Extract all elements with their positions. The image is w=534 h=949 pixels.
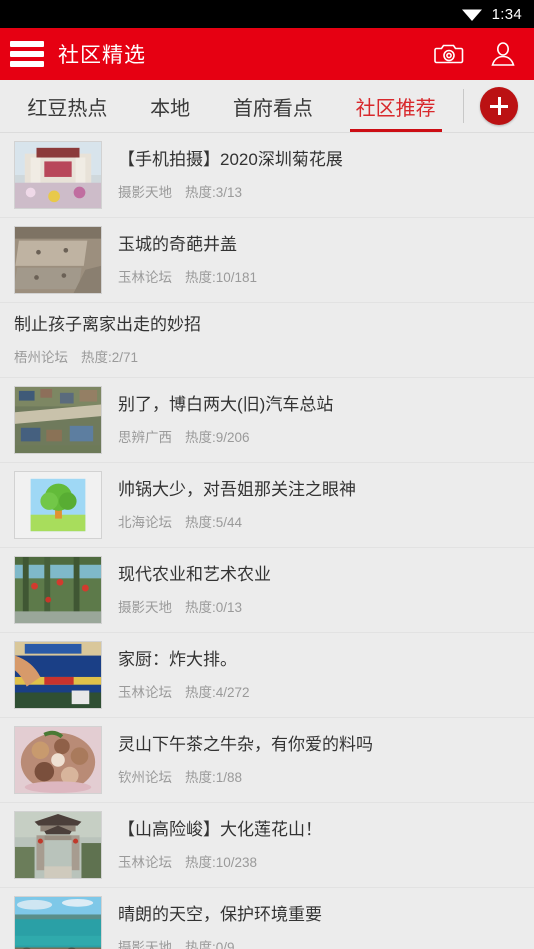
add-post-container: [464, 80, 534, 132]
photo-beef-offal-bowl: [14, 726, 102, 794]
list-item-text: 【手机拍摄】2020深圳菊花展 摄影天地 热度:3/13: [118, 149, 524, 201]
list-item-title: 【山高险峻】大化莲花山！: [118, 820, 322, 840]
list-item[interactable]: 帅锅大少，对吾姐那关注之眼神 北海论坛 热度:5/44: [0, 463, 534, 548]
list-item-title: 玉城的奇葩井盖: [118, 235, 237, 255]
list-item-text: 现代农业和艺术农业 摄影天地 热度:0/13: [118, 564, 524, 616]
post-list: 【手机拍摄】2020深圳菊花展 摄影天地 热度:3/13 玉城的奇葩井盖 玉林论…: [0, 133, 534, 949]
list-item-heat: 热度:9/206: [185, 429, 250, 445]
plus-icon: [490, 97, 508, 115]
list-item-title: 别了，博白两大(旧)汽车总站: [118, 395, 334, 415]
camera-icon[interactable]: [434, 42, 464, 66]
list-item[interactable]: 制止孩子离家出走的妙招 梧州论坛 热度:2/71: [0, 303, 534, 378]
list-item-meta: 玉林论坛 热度:10/238: [118, 851, 524, 871]
photo-food-package: [14, 641, 102, 709]
list-item-heat: 热度:2/71: [81, 349, 139, 365]
list-item[interactable]: 灵山下午茶之牛杂，有你爱的料吗 钦州论坛 热度:1/88: [0, 718, 534, 803]
list-item-forum: 摄影天地: [118, 599, 172, 615]
list-item-heat: 热度:0/9: [185, 939, 235, 949]
tab-local[interactable]: 本地: [144, 80, 196, 132]
list-item-heat: 热度:3/13: [185, 184, 243, 200]
list-item-title: 灵山下午茶之牛杂，有你爱的料吗: [118, 735, 373, 755]
list-item[interactable]: 别了，博白两大(旧)汽车总站 思辨广西 热度:9/206: [0, 378, 534, 463]
list-item-meta: 北海论坛 热度:5/44: [118, 511, 524, 531]
list-item-meta: 玉林论坛 热度:4/272: [118, 681, 524, 701]
list-item-forum: 玉林论坛: [118, 684, 172, 700]
list-item-forum: 北海论坛: [118, 514, 172, 530]
photo-greenhouse: [14, 556, 102, 624]
list-item-meta: 摄影天地 热度:0/13: [118, 596, 524, 616]
list-item[interactable]: 玉城的奇葩井盖 玉林论坛 热度:10/181: [0, 218, 534, 303]
list-item-text: 晴朗的天空，保护环境重要 摄影天地 热度:0/9: [118, 904, 524, 949]
photo-manhole-covers: [14, 226, 102, 294]
list-item-meta: 摄影天地 热度:3/13: [118, 181, 524, 201]
list-item-title: 制止孩子离家出走的妙招: [14, 315, 201, 335]
tab-capital-views[interactable]: 首府看点: [227, 80, 319, 132]
list-item-forum: 梧州论坛: [14, 349, 68, 365]
list-item-meta: 思辨广西 热度:9/206: [118, 426, 524, 446]
add-post-button[interactable]: [480, 87, 518, 125]
app-bar-actions: [434, 41, 534, 67]
list-item-title: 晴朗的天空，保护环境重要: [118, 905, 322, 925]
image-placeholder-tree: [14, 471, 102, 539]
tab-bar: 红豆热点 本地 首府看点 社区推荐: [0, 80, 534, 133]
list-item[interactable]: 现代农业和艺术农业 摄影天地 热度:0/13: [0, 548, 534, 633]
hamburger-menu-icon[interactable]: [10, 41, 44, 67]
tab-hongdou-hotspot[interactable]: 红豆热点: [21, 80, 113, 132]
list-item[interactable]: 【手机拍摄】2020深圳菊花展 摄影天地 热度:3/13: [0, 133, 534, 218]
app-bar: 社区精选: [0, 28, 534, 80]
tab-community-recommend[interactable]: 社区推荐: [349, 80, 442, 132]
list-item-meta: 梧州论坛 热度:2/71: [14, 346, 524, 366]
list-item-heat: 热度:5/44: [185, 514, 243, 530]
list-item-meta: 摄影天地 热度:0/9: [118, 936, 524, 949]
list-item-forum: 钦州论坛: [118, 769, 172, 785]
list-item-forum: 摄影天地: [118, 939, 172, 949]
list-item-title: 【手机拍摄】2020深圳菊花展: [118, 150, 343, 170]
list-item-forum: 摄影天地: [118, 184, 172, 200]
list-item-forum: 玉林论坛: [118, 854, 172, 870]
list-item[interactable]: 【山高险峻】大化莲花山！ 玉林论坛 热度:10/238: [0, 803, 534, 888]
list-item-text: 家厨：炸大排。 玉林论坛 热度:4/272: [118, 649, 524, 701]
list-item-text: 制止孩子离家出走的妙招 梧州论坛 热度:2/71: [14, 314, 524, 366]
status-time: 1:34: [491, 5, 522, 23]
list-item-meta: 钦州论坛 热度:1/88: [118, 766, 524, 786]
list-item-text: 【山高险峻】大化莲花山！ 玉林论坛 热度:10/238: [118, 819, 524, 871]
list-item-text: 玉城的奇葩井盖 玉林论坛 热度:10/181: [118, 234, 524, 286]
status-bar: 1:34: [0, 0, 534, 28]
list-item-heat: 热度:1/88: [185, 769, 243, 785]
list-item-heat: 热度:10/238: [185, 854, 258, 870]
user-profile-icon[interactable]: [490, 41, 516, 67]
page-title: 社区精选: [58, 44, 146, 67]
list-item-text: 帅锅大少，对吾姐那关注之眼神 北海论坛 热度:5/44: [118, 479, 524, 531]
list-item-forum: 玉林论坛: [118, 269, 172, 285]
list-item-title: 现代农业和艺术农业: [118, 565, 271, 585]
list-item-heat: 热度:4/272: [185, 684, 250, 700]
list-item-text: 别了，博白两大(旧)汽车总站 思辨广西 热度:9/206: [118, 394, 524, 446]
list-item-meta: 玉林论坛 热度:10/181: [118, 266, 524, 286]
photo-seaside-sky: [14, 896, 102, 949]
list-item[interactable]: 家厨：炸大排。 玉林论坛 热度:4/272: [0, 633, 534, 718]
photo-aerial-town: [14, 386, 102, 454]
list-item-heat: 热度:0/13: [185, 599, 243, 615]
list-item-forum: 思辨广西: [118, 429, 172, 445]
photo-stone-archway: [14, 811, 102, 879]
list-item-title: 家厨：炸大排。: [118, 650, 237, 670]
tab-list: 红豆热点 本地 首府看点 社区推荐: [0, 80, 463, 132]
wifi-icon: [461, 7, 482, 22]
photo-gate-flowers: [14, 141, 102, 209]
list-item-title: 帅锅大少，对吾姐那关注之眼神: [118, 480, 356, 500]
list-item[interactable]: 晴朗的天空，保护环境重要 摄影天地 热度:0/9: [0, 888, 534, 949]
list-item-heat: 热度:10/181: [185, 269, 258, 285]
list-item-text: 灵山下午茶之牛杂，有你爱的料吗 钦州论坛 热度:1/88: [118, 734, 524, 786]
